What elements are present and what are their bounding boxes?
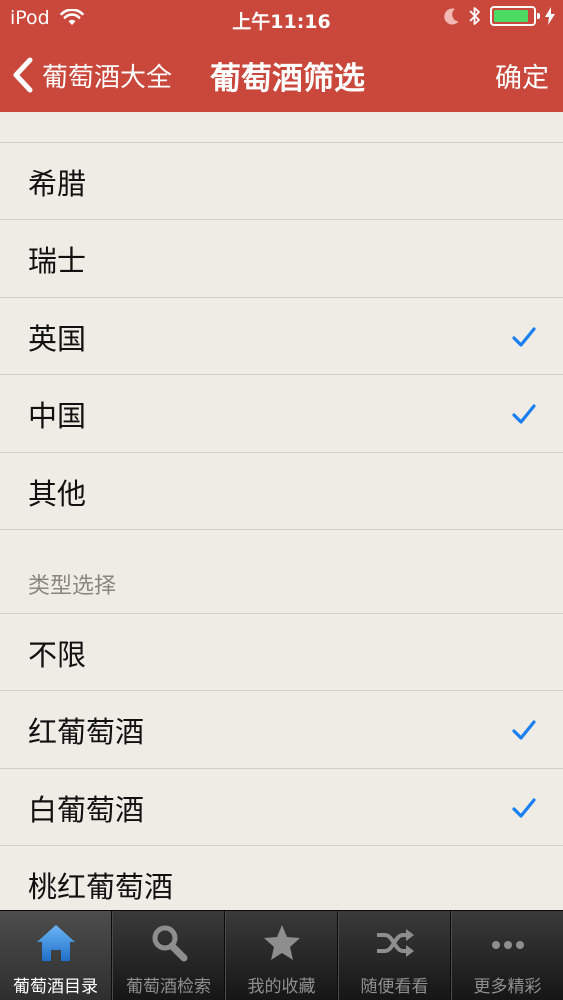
type-row[interactable]: 桃红葡萄酒 (0, 846, 563, 910)
tab-label: 葡萄酒目录 (13, 977, 98, 997)
shuffle-icon (376, 929, 414, 957)
type-row-label: 桃红葡萄酒 (28, 869, 174, 904)
tab-label: 葡萄酒检索 (126, 977, 211, 997)
country-row-partial-label: 马其他 (28, 112, 115, 134)
tab-label: 更多精彩 (473, 977, 542, 997)
back-button[interactable]: 葡萄酒大全 (12, 38, 172, 112)
charging-bolt-icon (545, 7, 555, 25)
status-bar: iPod 上午11:16 (0, 0, 563, 38)
country-row-label: 英国 (28, 321, 87, 356)
checkmark-icon (512, 404, 536, 424)
type-row-label: 白葡萄酒 (28, 792, 145, 827)
page-title: 葡萄酒筛选 (210, 60, 365, 97)
moon-icon (444, 8, 459, 25)
type-row-label: 不限 (28, 637, 87, 672)
star-icon (263, 925, 300, 960)
back-button-label: 葡萄酒大全 (42, 62, 173, 93)
tab-wine-search[interactable]: 葡萄酒检索 (112, 911, 225, 1000)
type-row-label: 红葡萄酒 (28, 714, 145, 749)
battery-cap (537, 13, 540, 19)
country-row[interactable]: 瑞士 (0, 220, 563, 298)
type-row[interactable]: 不限 (0, 614, 563, 692)
country-row[interactable]: 其他 (0, 453, 563, 531)
type-row[interactable]: 红葡萄酒 (0, 691, 563, 769)
country-row-label: 希腊 (28, 166, 87, 201)
search-icon (152, 925, 187, 962)
country-row-label: 瑞士 (28, 243, 87, 278)
home-icon (36, 925, 75, 961)
tab-label: 我的收藏 (247, 977, 316, 997)
checkmark-icon (512, 327, 536, 347)
confirm-button[interactable]: 确定 (495, 38, 549, 112)
more-icon (491, 941, 524, 949)
country-row[interactable]: 中国 (0, 375, 563, 453)
tab-wine-catalog[interactable]: 葡萄酒目录 (0, 911, 112, 1000)
country-row-partial[interactable]: 马其他 (0, 112, 563, 135)
battery-icon (490, 6, 540, 26)
navigation-bar: 葡萄酒大全 葡萄酒筛选 确定 (0, 38, 563, 112)
type-section-header: 类型选择 (28, 574, 117, 599)
tab-favorites[interactable]: 我的收藏 (225, 911, 338, 1000)
tab-label: 随便看看 (360, 977, 429, 997)
tab-random[interactable]: 随便看看 (338, 911, 451, 1000)
app-header: iPod 上午11:16 葡萄酒大全 葡萄酒筛选 确定 (0, 0, 563, 112)
filter-list[interactable]: 马其他 希腊 瑞士 英国 中国 其他 类型选择 不限 红葡萄酒 白葡萄酒 (0, 112, 563, 910)
battery-level (494, 10, 529, 22)
section-separator (0, 529, 563, 530)
country-row[interactable]: 希腊 (0, 143, 563, 221)
chevron-left-icon (13, 57, 33, 93)
status-right (444, 6, 555, 26)
type-row[interactable]: 白葡萄酒 (0, 769, 563, 847)
country-row-label: 其他 (28, 476, 87, 511)
tab-more[interactable]: 更多精彩 (451, 911, 563, 1000)
bluetooth-icon (469, 7, 480, 25)
checkmark-icon (512, 720, 536, 740)
checkmark-icon (512, 798, 536, 818)
tab-bar: 葡萄酒目录 葡萄酒检索 我的收藏 随便看看 更多精彩 (0, 910, 563, 1000)
country-row-label: 中国 (28, 398, 87, 433)
country-row[interactable]: 英国 (0, 298, 563, 376)
